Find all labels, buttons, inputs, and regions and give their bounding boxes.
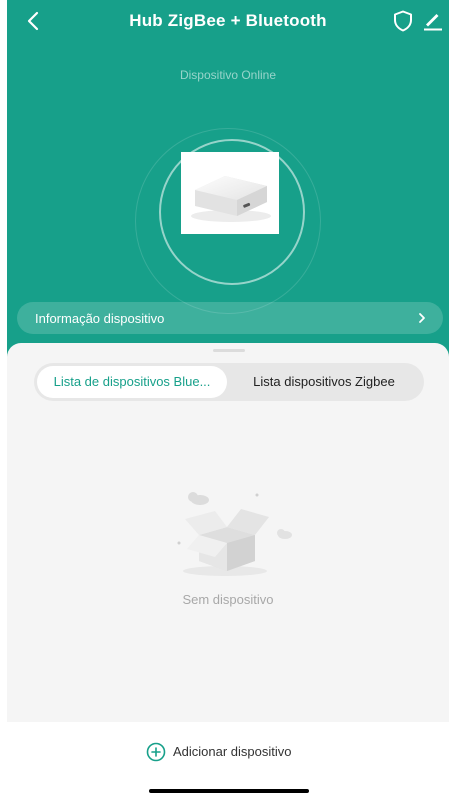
pencil-icon <box>424 14 442 31</box>
home-indicator <box>149 789 309 793</box>
empty-box-icon <box>177 492 292 576</box>
tab-zigbee-label: Lista dispositivos Zigbee <box>253 374 395 389</box>
tab-zigbee-devices[interactable]: Lista dispositivos Zigbee <box>227 366 421 398</box>
security-button[interactable] <box>391 9 415 33</box>
empty-state-text: Sem dispositivo <box>182 592 274 607</box>
chevron-right-icon <box>419 313 425 323</box>
device-list-sheet: Lista de dispositivos Blue... Lista disp… <box>7 343 449 722</box>
tab-bluetooth-devices[interactable]: Lista de dispositivos Blue... <box>37 366 227 398</box>
device-list-tabs: Lista de dispositivos Blue... Lista disp… <box>34 363 424 401</box>
tab-bluetooth-label: Lista de dispositivos Blue... <box>53 374 211 389</box>
add-device-label: Adicionar dispositivo <box>173 744 292 759</box>
hub-device-image <box>181 152 279 234</box>
shield-icon <box>394 10 412 32</box>
device-info-row[interactable]: Informação dispositivo <box>17 302 443 334</box>
plus-circle-icon <box>146 742 166 762</box>
sheet-grabber[interactable] <box>213 349 245 352</box>
edit-button[interactable] <box>421 9 445 33</box>
device-header-panel: Hub ZigBee + Bluetooth Dispositivo Onlin… <box>7 0 449 360</box>
add-device-button[interactable]: Adicionar dispositivo <box>146 741 336 763</box>
page-title: Hub ZigBee + Bluetooth <box>129 11 327 30</box>
top-bar: Hub ZigBee + Bluetooth <box>7 0 449 44</box>
device-info-label: Informação dispositivo <box>35 311 165 326</box>
device-status: Dispositivo Online <box>179 68 277 82</box>
